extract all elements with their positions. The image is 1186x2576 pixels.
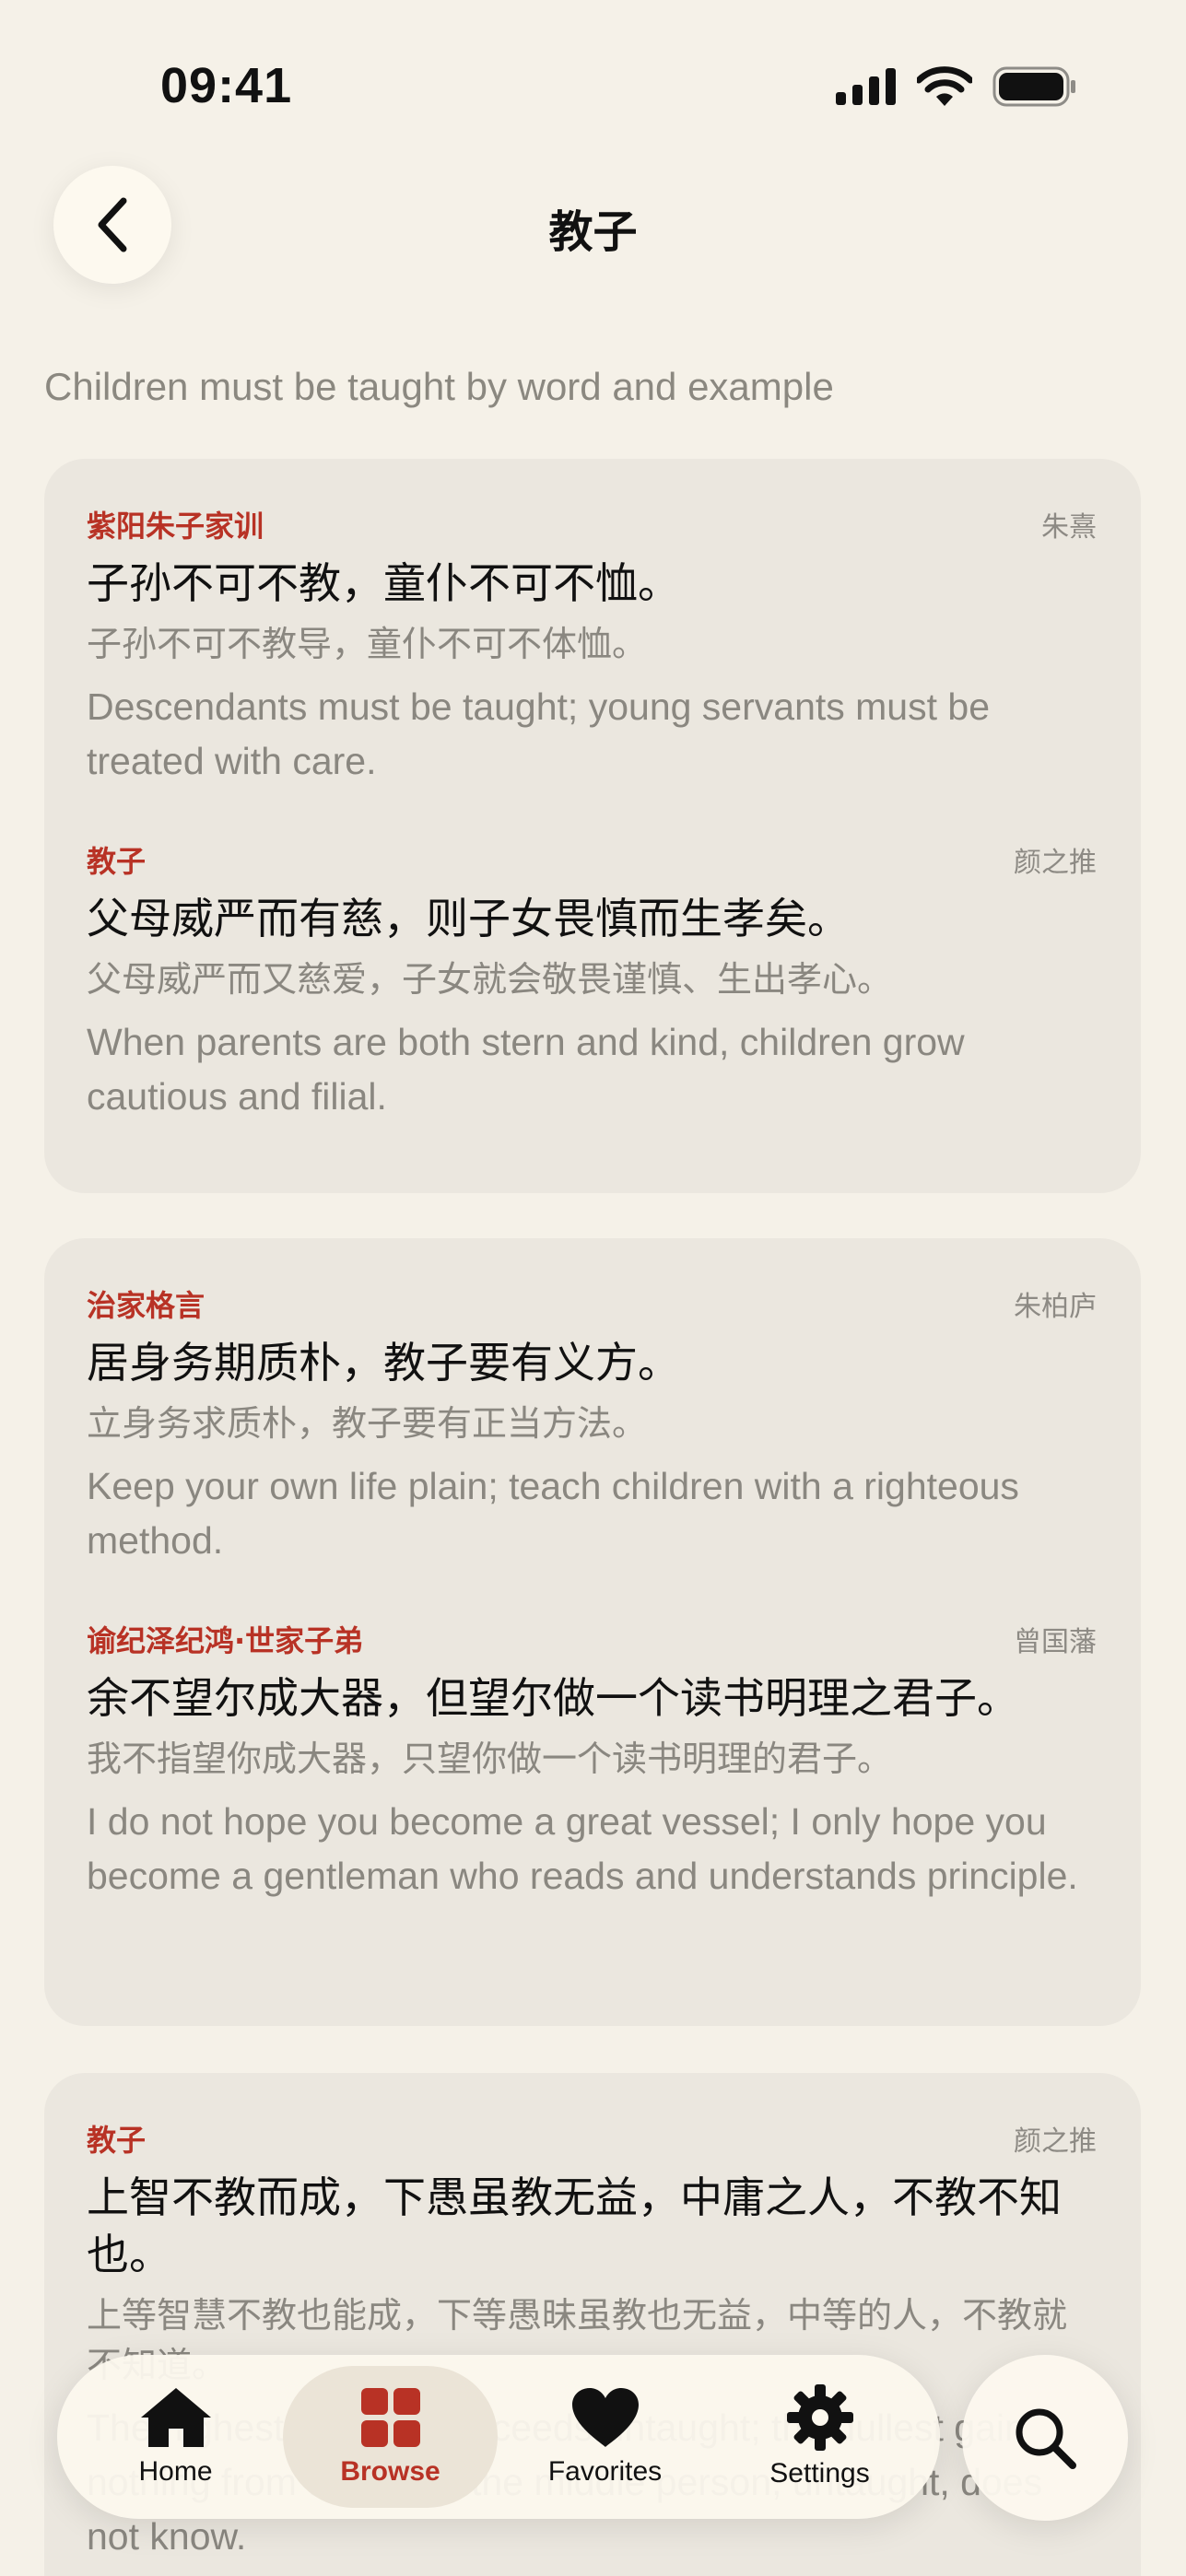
grid-icon [360,2388,420,2447]
search-icon [1016,2408,1076,2469]
quote-modern-translation: 子孙不可不教导，童仆不可不体恤。 [87,624,648,664]
quote-entry[interactable]: 治家格言 朱柏庐 居身务期质朴，教子要有义方。 立身务求质朴，教子要有正当方法。… [87,1282,1097,1568]
quote-author: 朱熹 [1041,511,1097,544]
quote-card: 治家格言 朱柏庐 居身务期质朴，教子要有义方。 立身务求质朴，教子要有正当方法。… [44,1238,1141,2026]
quote-modern-translation: 立身务求质朴，教子要有正当方法。 [87,1403,648,1444]
quote-entry[interactable]: 谕纪泽纪鸿·世家子弟 曾国藩 余不望尔成大器，但望尔做一个读书明理之君子。 我不… [87,1618,1097,1903]
status-icons [836,66,1077,107]
tab-favorites[interactable]: Favorites [498,2366,712,2508]
tab-bar: Home Browse Favorites Settings [57,2355,940,2519]
quote-original-text: 父母威严而有慈，则子女畏慎而生孝矣。 [87,894,850,943]
wifi-icon [917,66,972,106]
quote-english-translation: Descendants must be taught; young servan… [87,685,990,782]
page-title: 教子 [548,206,638,258]
quote-original-text: 子孙不可不教，童仆不可不恤。 [87,558,680,608]
quote-entry[interactable]: 教子 颜之推 父母威严而有慈，则子女畏慎而生孝矣。 父母威严而又慈爱，子女就会敬… [87,838,1097,1124]
tab-browse-label: Browse [340,2456,440,2487]
heart-icon [571,2388,639,2447]
quote-english-translation: I do not hope you become a great vessel;… [87,1800,1078,1897]
quote-author: 曾国藩 [1014,1626,1097,1658]
quote-source: 教子 [87,2123,147,2158]
tab-home[interactable]: Home [68,2366,283,2508]
cellular-signal-icon [836,68,896,105]
quote-author: 颜之推 [1014,2125,1097,2158]
quote-source: 谕纪泽纪鸿·世家子弟 [87,1623,364,1658]
quote-source: 教子 [87,844,147,879]
quote-original-text: 居身务期质朴，教子要有义方。 [87,1338,680,1388]
status-time: 09:41 [160,58,293,113]
quote-card: 紫阳朱子家训 朱熹 子孙不可不教，童仆不可不恤。 子孙不可不教导，童仆不可不体恤… [44,459,1141,1193]
home-icon [140,2388,211,2447]
tab-settings-label: Settings [769,2458,870,2488]
quote-english-translation: When parents are both stern and kind, ch… [87,1021,965,1118]
quote-source: 治家格言 [87,1288,205,1323]
tab-browse[interactable]: Browse [283,2366,498,2508]
page-subtitle: Children must be taught by word and exam… [44,365,834,408]
gear-icon [786,2384,853,2451]
search-button[interactable] [962,2355,1128,2521]
quote-modern-translation: 我不指望你成大器，只望你做一个读书明理的君子。 [87,1739,893,1779]
tab-home-label: Home [138,2456,213,2487]
tab-favorites-label: Favorites [547,2456,663,2487]
status-bar: 09:41 [0,0,1186,175]
quote-english-translation: Keep your own life plain; teach children… [87,1465,1019,1562]
quote-original-text: 余不望尔成大器，但望尔做一个读书明理之君子。 [87,1673,1019,1723]
tab-settings[interactable]: Settings [712,2366,927,2508]
quote-author: 颜之推 [1014,847,1097,879]
quote-entry[interactable]: 紫阳朱子家训 朱熹 子孙不可不教，童仆不可不恤。 子孙不可不教导，童仆不可不体恤… [87,503,1097,789]
quote-author: 朱柏庐 [1014,1291,1097,1323]
quote-modern-translation: 父母威严而又慈爱，子女就会敬畏谨慎、生出孝心。 [87,959,893,1000]
quote-original-text: 上智不教而成，下愚虽教无益，中庸之人，不教不知也。 [87,2172,1062,2279]
quote-source: 紫阳朱子家训 [87,509,264,544]
battery-icon [992,66,1075,107]
